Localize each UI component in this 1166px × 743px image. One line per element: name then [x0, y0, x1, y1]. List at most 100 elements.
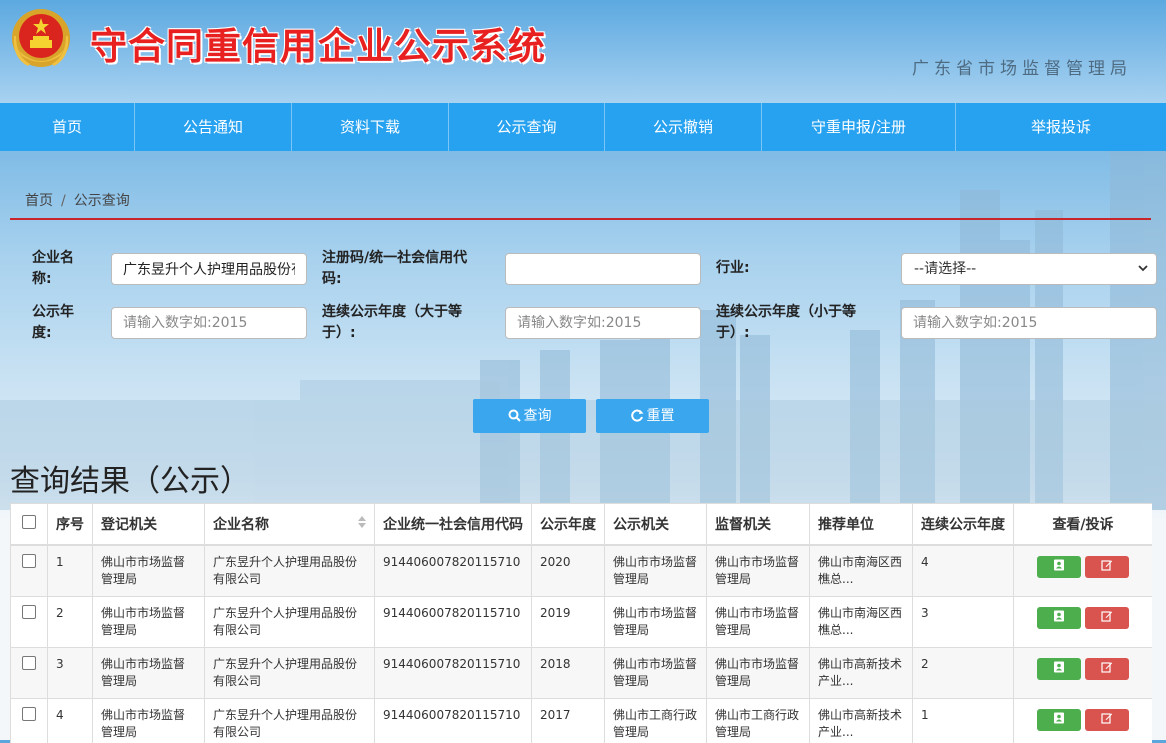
- row-checkbox[interactable]: [22, 604, 36, 619]
- cell-recommender: 佛山市高新技术产业...: [809, 697, 913, 743]
- contact-card-icon: [1054, 559, 1064, 571]
- col-header-actions: 查看/投诉: [1013, 503, 1152, 546]
- cell-sup-org: 佛山市市场监督管理局: [706, 595, 810, 648]
- nav-item-announcements[interactable]: 公告通知: [135, 103, 292, 151]
- complaint-button[interactable]: [1085, 606, 1129, 629]
- col-header-recommender: 推荐单位: [809, 503, 913, 546]
- cell-year: 2019: [531, 595, 605, 648]
- year-input[interactable]: [111, 307, 307, 339]
- contact-card-icon: [1054, 712, 1064, 723]
- chevron-down-icon: [1138, 265, 1148, 272]
- view-button[interactable]: [1037, 708, 1081, 731]
- nav-item-report-complaint[interactable]: 举报投诉: [956, 103, 1166, 151]
- breadcrumb-separator: /: [61, 193, 66, 209]
- cell-no: 1: [47, 544, 93, 597]
- cell-pub-org: 佛山市市场监督管理局: [604, 646, 707, 699]
- cell-pub-org: 佛山市市场监督管理局: [604, 595, 707, 648]
- edit-icon: [1101, 560, 1113, 571]
- cell-year: 2017: [531, 697, 605, 743]
- industry-select[interactable]: --请选择--: [901, 253, 1157, 285]
- site-title: 守合同重信用企业公示系统: [90, 24, 546, 68]
- table-header-row: 序号 登记机关 企业名称 企业统一社会信用代码 公示年度 公示机关 监督机关 推…: [10, 503, 1152, 546]
- sort-icon: [358, 516, 366, 528]
- cell-consecutive-years: 1: [912, 697, 1014, 743]
- edit-icon: [1101, 610, 1113, 622]
- cell-credit-code: 914406007820115710: [374, 646, 532, 699]
- nav-item-downloads[interactable]: 资料下载: [292, 103, 449, 151]
- cell-sup-org: 佛山市市场监督管理局: [706, 544, 810, 597]
- year-from-label: 连续公示年度（大于等于）:: [322, 304, 462, 341]
- section-divider: [10, 218, 1151, 220]
- complaint-button[interactable]: [1085, 556, 1129, 578]
- year-to-input[interactable]: [901, 307, 1157, 339]
- cell-year: 2020: [531, 544, 605, 597]
- contact-card-icon: [1054, 661, 1064, 672]
- table-row: 3 佛山市市场监督管理局 广东昱升个人护理用品股份有限公司 9144060078…: [10, 646, 1152, 699]
- cell-pub-org: 佛山市工商行政管理局: [604, 697, 707, 743]
- nav-item-apply-register[interactable]: 守重申报/注册: [762, 103, 956, 151]
- complaint-button[interactable]: [1085, 708, 1129, 731]
- col-header-sup-org: 监督机关: [706, 503, 810, 546]
- edit-icon: [1101, 712, 1113, 724]
- year-from-input[interactable]: [505, 307, 701, 339]
- industry-select-value: --请选择--: [914, 261, 977, 277]
- cell-consecutive-years: 4: [912, 544, 1014, 597]
- cell-consecutive-years: 3: [912, 595, 1014, 648]
- cell-reg-org: 佛山市市场监督管理局: [92, 595, 205, 648]
- nav-item-home[interactable]: 首页: [0, 103, 135, 151]
- reset-button[interactable]: 重置: [596, 399, 709, 433]
- col-header-year: 公示年度: [531, 503, 605, 546]
- col-header-reg-org: 登记机关: [92, 503, 205, 546]
- agency-name: 广东省市场监督管理局: [912, 59, 1132, 79]
- cell-no: 2: [47, 595, 93, 648]
- row-checkbox[interactable]: [22, 655, 36, 670]
- col-header-consecutive-years: 连续公示年度: [912, 503, 1014, 546]
- cell-sup-org: 佛山市市场监督管理局: [706, 646, 810, 699]
- view-button[interactable]: [1037, 606, 1081, 629]
- cell-recommender: 佛山市高新技术产业...: [809, 646, 913, 699]
- results-table-container: 序号 登记机关 企业名称 企业统一社会信用代码 公示年度 公示机关 监督机关 推…: [10, 503, 1152, 743]
- reg-code-label: 注册码/统一社会信用代码:: [322, 250, 468, 287]
- table-row: 4 佛山市市场监督管理局 广东昱升个人护理用品股份有限公司 9144060078…: [10, 697, 1152, 743]
- complaint-button[interactable]: [1085, 657, 1129, 680]
- cell-reg-org: 佛山市市场监督管理局: [92, 646, 205, 699]
- cell-credit-code: 914406007820115710: [374, 544, 532, 597]
- cell-consecutive-years: 2: [912, 646, 1014, 699]
- year-label: 公示年度:: [32, 304, 74, 341]
- main-nav: 首页 公告通知 资料下载 公示查询 公示撤销 守重申报/注册 举报投诉: [0, 103, 1166, 151]
- row-checkbox[interactable]: [22, 554, 36, 568]
- view-button[interactable]: [1037, 657, 1081, 680]
- col-header-company-name[interactable]: 企业名称: [204, 503, 375, 546]
- edit-icon: [1101, 661, 1113, 673]
- row-checkbox[interactable]: [22, 706, 36, 721]
- site-header: 守合同重信用企业公示系统 广东省市场监督管理局: [0, 0, 1166, 103]
- cell-credit-code: 914406007820115710: [374, 697, 532, 743]
- cell-reg-org: 佛山市市场监督管理局: [92, 697, 205, 743]
- company-name-input[interactable]: [111, 253, 307, 285]
- reset-button-label: 重置: [646, 408, 675, 424]
- table-row: 2 佛山市市场监督管理局 广东昱升个人护理用品股份有限公司 9144060078…: [10, 595, 1152, 648]
- breadcrumb-current: 公示查询: [73, 193, 130, 209]
- cell-company-name: 广东昱升个人护理用品股份有限公司: [204, 646, 375, 699]
- view-button[interactable]: [1037, 556, 1081, 578]
- breadcrumb-home[interactable]: 首页: [25, 193, 53, 209]
- company-name-label: 企业名称:: [32, 250, 74, 287]
- col-header-no: 序号: [47, 503, 93, 546]
- select-all-checkbox[interactable]: [22, 515, 36, 529]
- breadcrumb: 首页 / 公示查询: [25, 190, 130, 210]
- cell-recommender: 佛山市南海区西樵总...: [809, 595, 913, 648]
- cell-company-name: 广东昱升个人护理用品股份有限公司: [204, 697, 375, 743]
- refresh-icon: [630, 409, 643, 422]
- industry-label: 行业:: [716, 260, 750, 276]
- cell-pub-org: 佛山市市场监督管理局: [604, 544, 707, 597]
- cell-recommender: 佛山市南海区西樵总...: [809, 544, 913, 597]
- table-row: 1 佛山市市场监督管理局 广东昱升个人护理用品股份有限公司 9144060078…: [10, 544, 1152, 597]
- cell-sup-org: 佛山市工商行政管理局: [706, 697, 810, 743]
- nav-item-revocation[interactable]: 公示撤销: [605, 103, 762, 151]
- search-button[interactable]: 查询: [473, 399, 586, 433]
- reg-code-input[interactable]: [505, 253, 701, 285]
- cell-company-name: 广东昱升个人护理用品股份有限公司: [204, 595, 375, 648]
- results-table: 序号 登记机关 企业名称 企业统一社会信用代码 公示年度 公示机关 监督机关 推…: [10, 503, 1152, 743]
- col-header-pub-org: 公示机关: [604, 503, 707, 546]
- nav-item-public-query[interactable]: 公示查询: [449, 103, 605, 151]
